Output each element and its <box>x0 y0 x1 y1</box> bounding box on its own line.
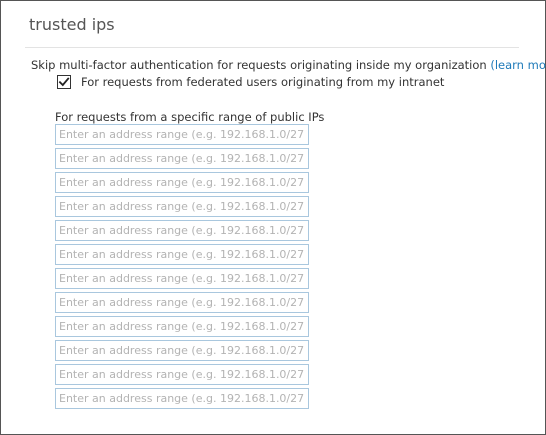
ip-range-label: For requests from a specific range of pu… <box>55 110 325 124</box>
ip-range-list <box>55 124 309 412</box>
trusted-ips-panel: trusted ips Skip multi-factor authentica… <box>0 0 546 435</box>
ip-range-input[interactable] <box>55 292 309 313</box>
ip-range-input[interactable] <box>55 268 309 289</box>
ip-range-input[interactable] <box>55 220 309 241</box>
federated-users-option[interactable]: For requests from federated users origin… <box>57 75 444 89</box>
learn-more-link[interactable]: (learn more) <box>490 58 546 72</box>
ip-range-input[interactable] <box>55 196 309 217</box>
ip-range-input[interactable] <box>55 340 309 361</box>
ip-range-input[interactable] <box>55 364 309 385</box>
ip-range-input[interactable] <box>55 124 309 145</box>
checkmark-icon <box>58 77 70 87</box>
ip-range-input[interactable] <box>55 148 309 169</box>
ip-range-input[interactable] <box>55 316 309 337</box>
section-title: trusted ips <box>29 15 115 34</box>
ip-range-input[interactable] <box>55 244 309 265</box>
section-divider <box>25 47 519 48</box>
intro-text-row: Skip multi-factor authentication for req… <box>31 58 546 72</box>
intro-text: Skip multi-factor authentication for req… <box>31 58 487 72</box>
ip-range-input[interactable] <box>55 172 309 193</box>
federated-users-checkbox[interactable] <box>57 75 71 89</box>
ip-range-input[interactable] <box>55 388 309 409</box>
federated-users-label: For requests from federated users origin… <box>81 75 445 89</box>
